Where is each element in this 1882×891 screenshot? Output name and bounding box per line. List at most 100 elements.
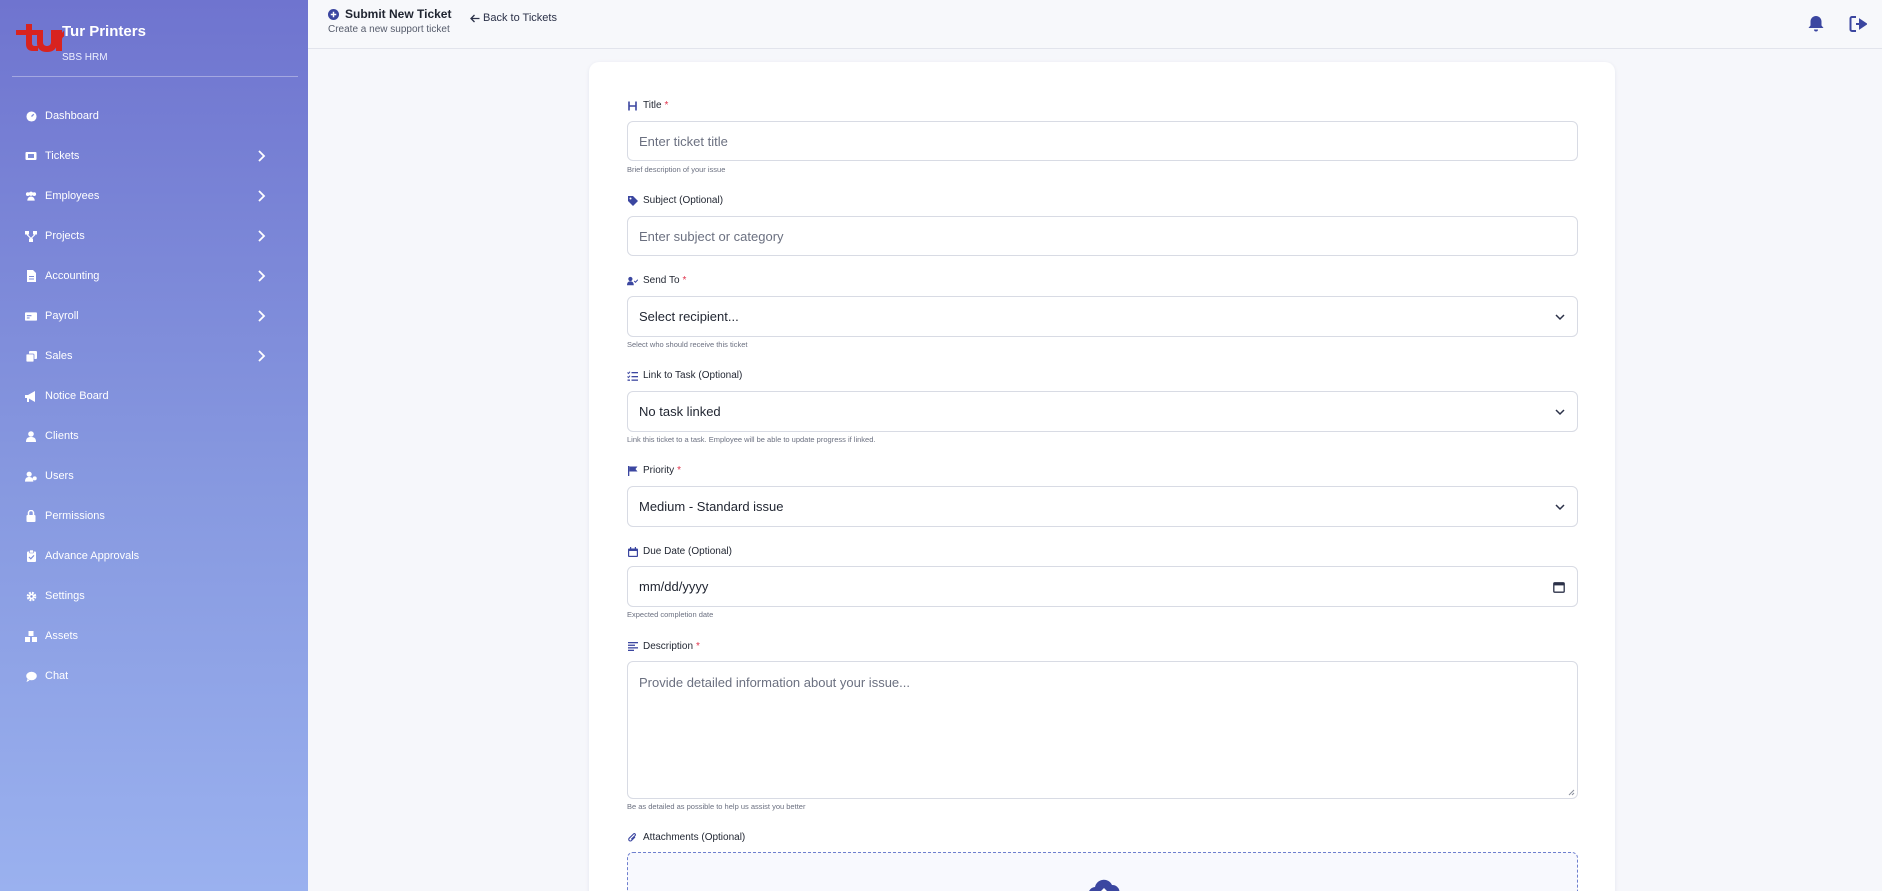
subject-placeholder: Enter subject or category	[639, 228, 784, 244]
sidebar-item-employees[interactable]: Employees	[0, 176, 308, 216]
boxes-icon	[25, 630, 37, 642]
lock-icon	[25, 510, 37, 522]
attachments-dropzone[interactable]	[627, 852, 1578, 891]
paperclip-icon	[627, 832, 638, 843]
list-check-icon	[627, 370, 638, 381]
description-placeholder: Provide detailed information about your …	[639, 675, 910, 690]
sidebar-item-advance-approvals[interactable]: Advance Approvals	[0, 536, 308, 576]
due-date-label: Due Date (Optional)	[627, 546, 732, 557]
sidebar-item-label: Projects	[45, 230, 85, 242]
sidebar-item-dashboard[interactable]: Dashboard	[0, 96, 308, 136]
chevron-right-icon	[258, 310, 266, 322]
bell-icon[interactable]	[1808, 15, 1824, 33]
sidebar-item-users[interactable]: Users	[0, 456, 308, 496]
back-to-tickets-link[interactable]: Back to Tickets	[470, 12, 557, 24]
title-label: Title *	[627, 100, 668, 111]
sidebar-item-label: Clients	[45, 430, 79, 442]
ticket-icon	[25, 150, 37, 162]
send-to-label: Send To *	[627, 275, 686, 286]
chevron-right-icon	[258, 150, 266, 162]
megaphone-icon	[25, 390, 37, 402]
top-bar: Submit New Ticket Create a new support t…	[308, 0, 1882, 49]
description-label: Description *	[627, 641, 700, 652]
calendar-picker-icon[interactable]	[1553, 581, 1565, 593]
chevron-down-icon	[1555, 503, 1565, 510]
clipboard-check-icon	[25, 550, 37, 562]
title-placeholder: Enter ticket title	[639, 133, 728, 149]
attachments-label: Attachments (Optional)	[627, 832, 745, 843]
brand-name: Tur Printers	[62, 23, 146, 40]
sidebar-item-label: Sales	[45, 350, 73, 362]
priority-select[interactable]: Medium - Standard issue	[627, 486, 1578, 527]
sidebar-item-sales[interactable]: Sales	[0, 336, 308, 376]
link-task-hint: Link this ticket to a task. Employee wil…	[627, 435, 876, 444]
page-subtitle: Create a new support ticket	[328, 24, 450, 35]
gear-icon	[25, 590, 37, 602]
project-diagram-icon	[25, 230, 37, 242]
sidebar: Tur Printers SBS HRM Dashboard Tickets E…	[0, 0, 308, 891]
back-to-tickets-label: Back to Tickets	[483, 12, 557, 24]
chat-icon	[25, 670, 37, 682]
link-task-value: No task linked	[639, 404, 721, 419]
chevron-right-icon	[258, 270, 266, 282]
sidebar-item-label: Notice Board	[45, 390, 109, 402]
sidebar-item-label: Permissions	[45, 510, 105, 522]
sidebar-item-clients[interactable]: Clients	[0, 416, 308, 456]
page-title: Submit New Ticket	[345, 7, 452, 21]
dashboard-icon	[25, 110, 37, 122]
due-date-input[interactable]: mm/dd/yyyy	[627, 566, 1578, 607]
sidebar-item-permissions[interactable]: Permissions	[0, 496, 308, 536]
sidebar-item-label: Employees	[45, 190, 100, 202]
sidebar-nav: Dashboard Tickets Employees Projects Acc…	[0, 96, 308, 696]
description-hint: Be as detailed as possible to help us as…	[627, 802, 806, 811]
sidebar-item-tickets[interactable]: Tickets	[0, 136, 308, 176]
heading-icon	[627, 100, 638, 111]
chevron-right-icon	[258, 350, 266, 362]
user-icon	[25, 430, 37, 442]
send-to-select[interactable]: Select recipient...	[627, 296, 1578, 337]
sidebar-item-label: Users	[45, 470, 74, 482]
sidebar-item-settings[interactable]: Settings	[0, 576, 308, 616]
flag-icon	[627, 465, 638, 476]
send-to-value: Select recipient...	[639, 309, 739, 324]
sidebar-item-label: Dashboard	[45, 110, 99, 122]
sidebar-item-notice-board[interactable]: Notice Board	[0, 376, 308, 416]
title-input[interactable]: Enter ticket title	[627, 121, 1578, 161]
sidebar-item-label: Chat	[45, 670, 69, 682]
user-gear-icon	[25, 470, 37, 482]
sidebar-item-label: Assets	[45, 630, 79, 642]
sidebar-divider	[12, 76, 298, 77]
resize-handle-icon[interactable]	[1567, 788, 1575, 796]
chevron-down-icon	[1555, 313, 1565, 320]
subject-input[interactable]: Enter subject or category	[627, 216, 1578, 256]
title-hint: Brief description of your issue	[627, 165, 726, 174]
chevron-right-icon	[258, 190, 266, 202]
due-date-value: mm/dd/yyyy	[639, 579, 709, 594]
plus-circle-icon	[328, 9, 339, 20]
sidebar-item-chat[interactable]: Chat	[0, 656, 308, 696]
logout-icon[interactable]	[1849, 15, 1867, 33]
priority-label: Priority *	[627, 465, 681, 476]
ticket-form-card: Title * Enter ticket title Brief descript…	[589, 62, 1615, 891]
sidebar-item-label: Accounting	[45, 270, 100, 282]
copy-icon	[25, 350, 37, 362]
link-task-select[interactable]: No task linked	[627, 391, 1578, 432]
description-textarea[interactable]: Provide detailed information about your …	[627, 661, 1578, 799]
sidebar-item-label: Tickets	[45, 150, 80, 162]
send-to-hint: Select who should receive this ticket	[627, 340, 748, 349]
priority-value: Medium - Standard issue	[639, 499, 784, 514]
sidebar-item-label: Advance Approvals	[45, 550, 140, 562]
chevron-down-icon	[1555, 408, 1565, 415]
sidebar-item-accounting[interactable]: Accounting	[0, 256, 308, 296]
money-check-icon	[25, 310, 37, 322]
users-group-icon	[25, 190, 37, 202]
align-left-icon	[627, 641, 638, 652]
chevron-right-icon	[258, 230, 266, 242]
brand[interactable]: Tur Printers SBS HRM	[12, 16, 292, 76]
sidebar-item-projects[interactable]: Projects	[0, 216, 308, 256]
brand-subtitle: SBS HRM	[62, 52, 108, 63]
sidebar-item-payroll[interactable]: Payroll	[0, 296, 308, 336]
due-date-hint: Expected completion date	[627, 610, 714, 619]
subject-label: Subject (Optional)	[627, 195, 723, 206]
sidebar-item-assets[interactable]: Assets	[0, 616, 308, 656]
